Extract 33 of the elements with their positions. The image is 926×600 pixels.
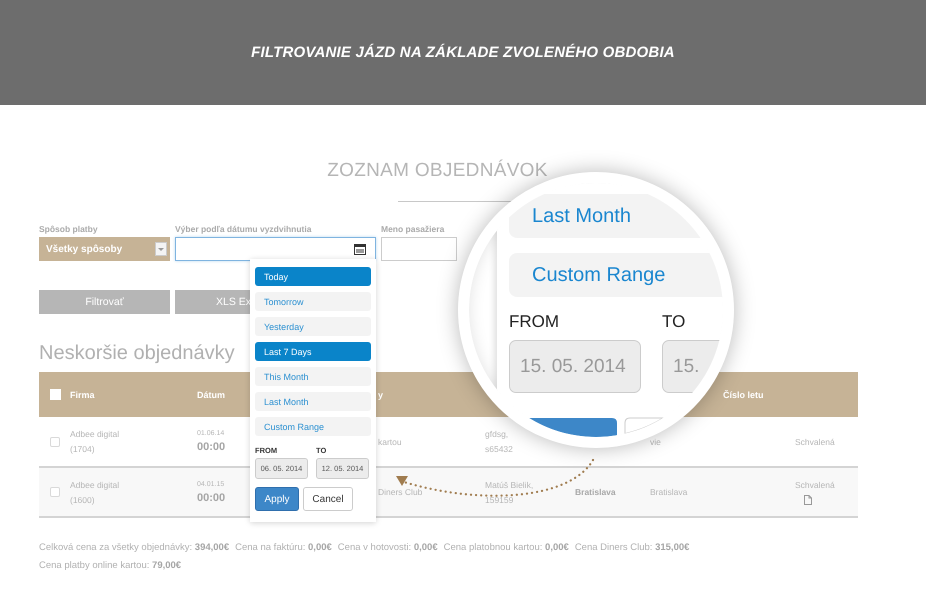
table-cell: Matúš Bielik, — [485, 480, 534, 490]
order-time: 00:00 — [197, 492, 226, 504]
table-cell: s65432 — [485, 444, 513, 454]
table-cell: Diners Club — [378, 487, 422, 497]
table-cell: Adbee digital — [70, 480, 120, 490]
total-price: Cena v hotovosti: 0,00€ — [338, 542, 438, 553]
order-time: 00:00 — [197, 441, 226, 453]
table-cell: Bratislava — [575, 487, 616, 497]
total-price: Cena platby online kartou: 79,00€ — [39, 560, 182, 571]
table-cell: kartou — [378, 436, 402, 446]
range-option: Custom Range — [509, 253, 723, 297]
table-cell: vie — [650, 436, 661, 446]
table-cell: Adbee digital — [70, 429, 120, 439]
table-cell: (1704) — [70, 444, 95, 454]
from-label: FROM — [509, 312, 560, 332]
field-label: Výber podľa dátumu vyzdvihnutia — [175, 224, 312, 234]
page-title: ZOZNAM OBJEDNÁVOK — [326, 159, 549, 183]
to-label: TO — [662, 312, 686, 332]
total-price: Cena platobnou kartou: 0,00€ — [444, 542, 569, 553]
total-price: Cena Diners Club: 315,00€ — [574, 542, 690, 553]
table-cell: gfdsg, — [485, 429, 508, 439]
table-cell: Bratislava — [650, 487, 688, 497]
from-date-field: 15. 05. 2014 — [509, 340, 641, 393]
table-cell: Schvalená — [795, 436, 835, 446]
banner-title: FILTROVANIE JÁZD NA ZÁKLADE ZVOLENÉHO OBDOBIA — [251, 44, 675, 61]
total-price: Cena na faktúru: 0,00€ — [235, 542, 332, 553]
table-cell: Schvalená — [795, 480, 835, 490]
total-price: Celková cena za všetky objednávky: 394,00€ — [39, 542, 230, 553]
table-cell: (1600) — [70, 494, 95, 504]
section-title: Neskoršie objednávky — [39, 341, 235, 365]
field-label: Spôsob platby — [39, 224, 99, 234]
field-label: Meno pasažiera — [381, 224, 446, 234]
table-cell: 159159 — [485, 494, 514, 504]
